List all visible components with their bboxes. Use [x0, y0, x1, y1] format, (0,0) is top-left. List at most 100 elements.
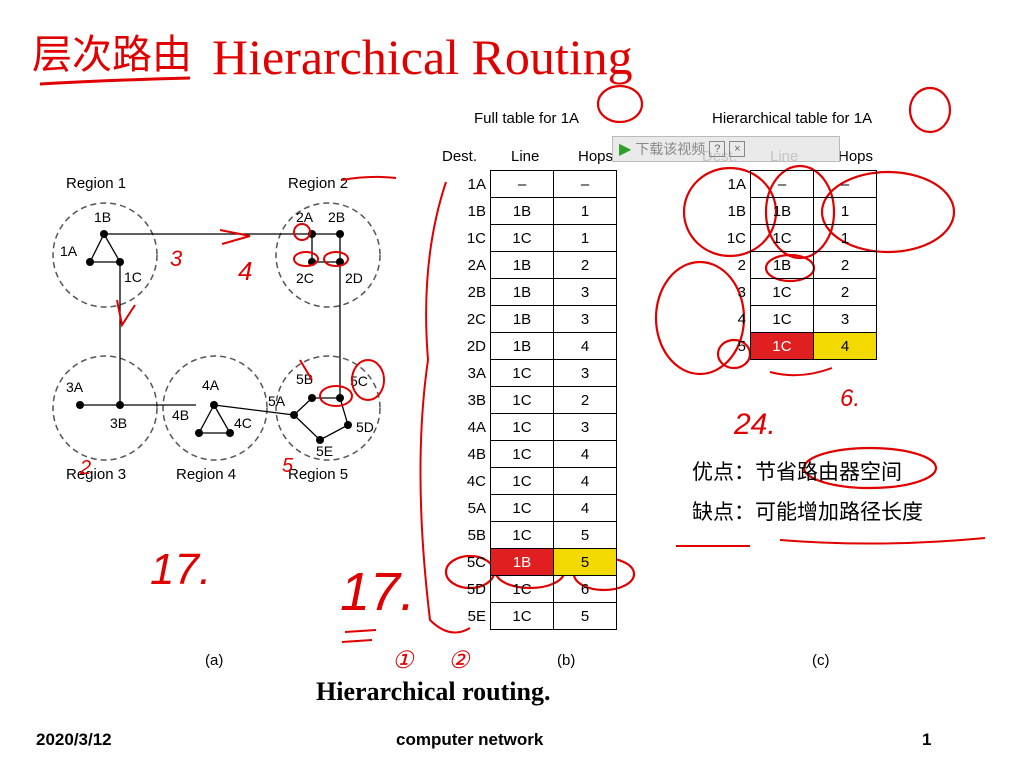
svg-text:1A: 1A — [60, 243, 78, 259]
cell-dest: 2 — [737, 256, 746, 274]
cell-hops: 2 — [813, 278, 877, 306]
table-row: 5C 1B 5 — [446, 548, 617, 576]
svg-text:17.: 17. — [150, 545, 211, 594]
cell-dest: 3B — [467, 391, 486, 409]
cell-hops: 1 — [553, 224, 617, 252]
cell-line: 1B — [750, 251, 814, 279]
table-row: 4A 1C 3 — [446, 413, 617, 441]
cell-hops: 3 — [553, 413, 617, 441]
cell-line: 1C — [490, 602, 554, 630]
svg-text:4A: 4A — [202, 377, 220, 393]
cell-dest: 1C — [726, 229, 746, 247]
svg-text:①: ① — [392, 647, 415, 674]
pros-note: 优点：节省路由器空间 — [692, 460, 902, 484]
cell-hops: 4 — [553, 440, 617, 468]
router-labels: 1B 1A 1C 2A 2B 2C 2D 3A 3B 4A 4B 4C 5A 5… — [60, 209, 374, 459]
cell-line: 1C — [750, 224, 814, 252]
cell-hops: 4 — [553, 332, 617, 360]
svg-text:3B: 3B — [110, 415, 127, 431]
cell-line: 1C — [490, 521, 554, 549]
cell-hops: 3 — [553, 359, 617, 387]
figure-caption: Hierarchical routing. — [316, 677, 551, 706]
cell-line: 1C — [750, 278, 814, 306]
svg-text:4C: 4C — [234, 415, 252, 431]
video-download-popup[interactable]: ▶ 下载该视频 ? × — [612, 136, 840, 162]
cell-hops: 1 — [553, 197, 617, 225]
cell-line: 1C — [490, 575, 554, 603]
svg-text:2: 2 — [79, 457, 91, 479]
download-video-link[interactable]: 下载该视频 — [635, 139, 705, 159]
hierarchical-routing-table: 1A – –1B 1B 1 1C 1C 1 2 1B 2 3 1C 2 4 1C 3 5 1C 4 — [706, 170, 877, 360]
table-row: 1A – – — [446, 170, 617, 198]
full-table-header-hops: Hops — [578, 148, 614, 165]
footer-date: 2020/3/12 — [36, 730, 112, 749]
cell-dest: 2D — [466, 337, 486, 355]
footer-page-number: 1 — [922, 730, 932, 749]
cell-line: 1B — [490, 197, 554, 225]
svg-text:5D: 5D — [356, 419, 374, 435]
svg-text:4B: 4B — [172, 407, 189, 423]
cell-line: 1B — [490, 278, 554, 306]
cell-dest: 1A — [727, 175, 746, 193]
svg-text:②: ② — [448, 647, 471, 674]
svg-text:24.: 24. — [733, 408, 776, 441]
cell-dest: 1B — [727, 202, 746, 220]
cell-line: – — [750, 170, 814, 198]
cell-dest: 4C — [466, 472, 486, 490]
svg-text:3A: 3A — [66, 379, 84, 395]
cell-line: 1C — [490, 359, 554, 387]
table-row: 1A – – — [706, 170, 877, 198]
cell-dest: 5E — [467, 607, 486, 625]
table-row: 2B 1B 3 — [446, 278, 617, 306]
label-a: (a) — [205, 652, 223, 669]
svg-text:3: 3 — [170, 246, 183, 271]
svg-text:5: 5 — [282, 455, 294, 477]
help-icon[interactable]: ? — [709, 141, 726, 157]
table-row: 2A 1B 2 — [446, 251, 617, 279]
cell-dest: 5 — [737, 337, 746, 355]
region-3-label: Region 3 — [66, 466, 126, 483]
table-row: 5D 1C 6 — [446, 575, 617, 603]
cell-line: 1B — [490, 305, 554, 333]
table-row: 2 1B 2 — [706, 251, 877, 279]
cell-hops: 1 — [813, 197, 877, 225]
cell-hops: 3 — [553, 278, 617, 306]
cell-line: – — [490, 170, 554, 198]
svg-text:2C: 2C — [296, 270, 314, 286]
cell-hops: 5 — [553, 521, 617, 549]
table-row: 5A 1C 4 — [446, 494, 617, 522]
cell-hops: 5 — [553, 548, 617, 576]
cell-dest: 1A — [467, 175, 486, 193]
cell-dest: 3 — [737, 283, 746, 301]
table-row: 5 1C 4 — [706, 332, 877, 360]
cell-dest: 3A — [467, 364, 486, 382]
table-row: 1B 1B 1 — [706, 197, 877, 225]
close-icon[interactable]: × — [729, 141, 746, 157]
cell-dest: 4 — [737, 310, 746, 328]
svg-text:1B: 1B — [94, 209, 111, 225]
table-row: 3 1C 2 — [706, 278, 877, 306]
region-2-label: Region 2 — [288, 175, 348, 192]
svg-text:2B: 2B — [328, 209, 345, 225]
cell-dest: 1B — [467, 202, 486, 220]
handwritten-title-prefix: 层次路由 — [32, 33, 192, 77]
play-icon[interactable]: ▶ — [619, 139, 631, 159]
svg-text:5E: 5E — [316, 443, 333, 459]
table-row: 3B 1C 2 — [446, 386, 617, 414]
cell-hops: 2 — [813, 251, 877, 279]
table-row: 1B 1B 1 — [446, 197, 617, 225]
cell-line: 1C — [490, 440, 554, 468]
svg-text:6.: 6. — [840, 385, 860, 412]
cell-hops: 4 — [553, 494, 617, 522]
cell-line: 1B — [490, 548, 554, 576]
cell-hops: 6 — [553, 575, 617, 603]
cell-line: 1B — [490, 251, 554, 279]
table-row: 5B 1C 5 — [446, 521, 617, 549]
table-row: 5E 1C 5 — [446, 602, 617, 630]
hier-table-caption: Hierarchical table for 1A — [712, 110, 873, 127]
cell-hops: 5 — [553, 602, 617, 630]
cell-dest: 5B — [467, 526, 486, 544]
cell-hops: 2 — [553, 251, 617, 279]
table-row: 1C 1C 1 — [446, 224, 617, 252]
svg-text:2D: 2D — [345, 270, 363, 286]
